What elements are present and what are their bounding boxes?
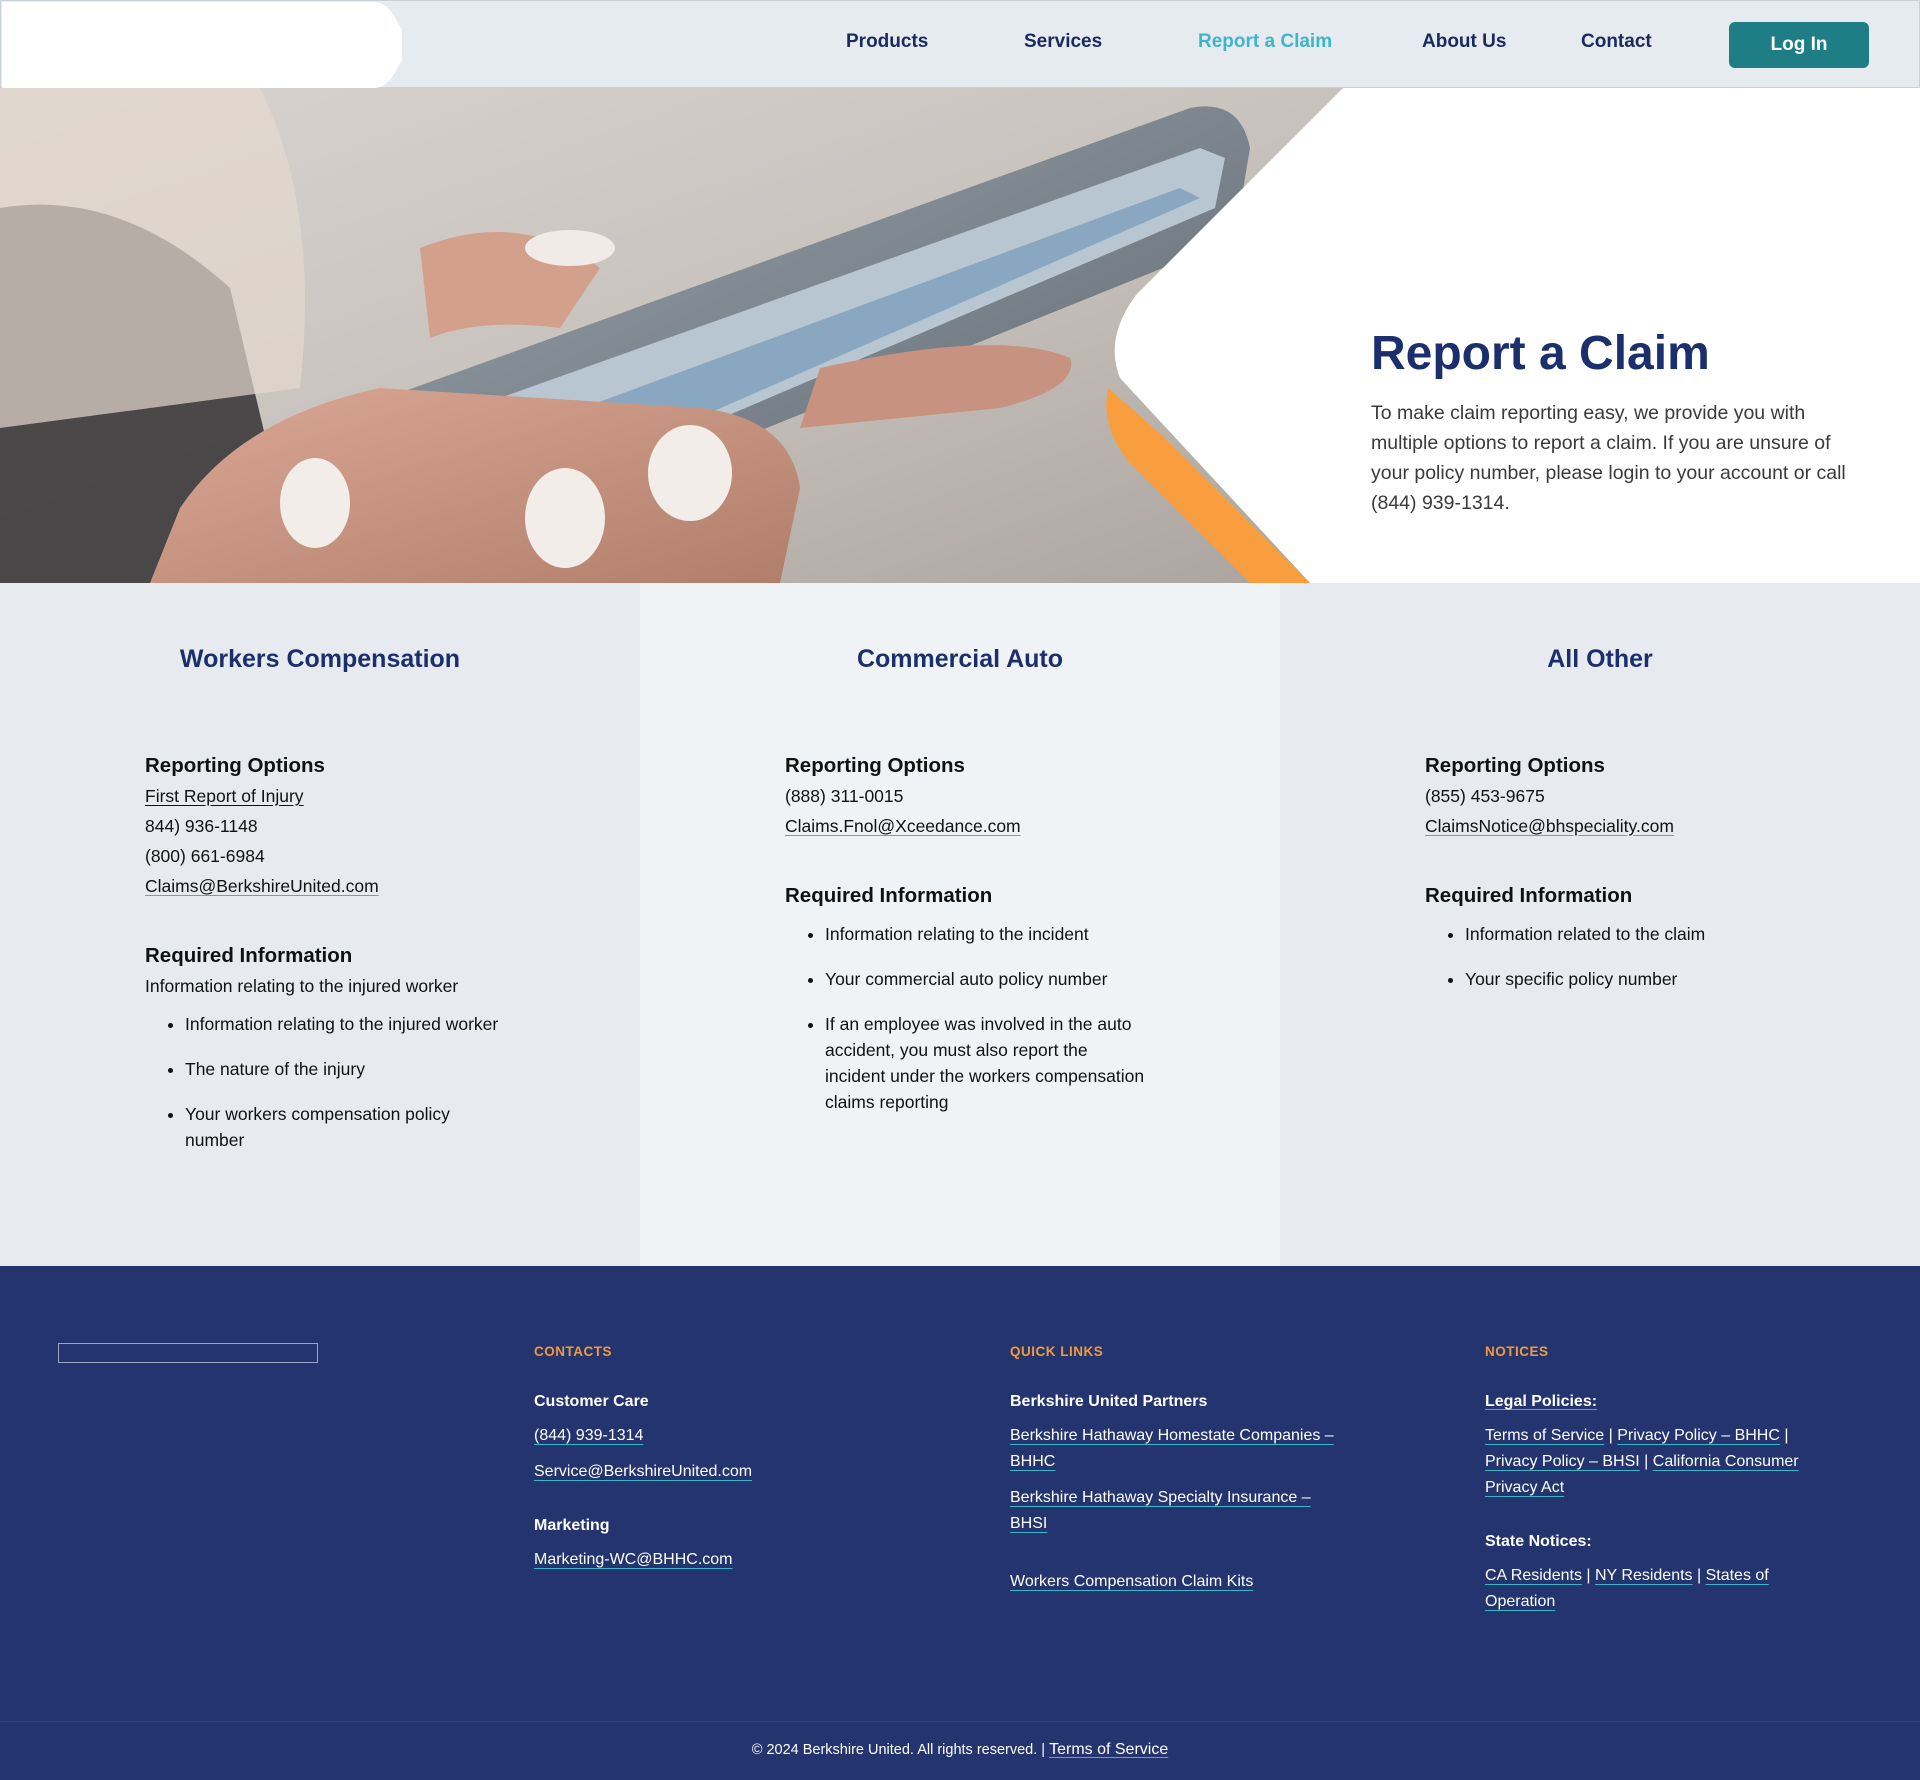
claims-email-link[interactable]: ClaimsNotice@bhspeciality.com — [1425, 811, 1785, 841]
bhsi-link[interactable]: Berkshire Hathaway Specialty Insurance –… — [1010, 1485, 1340, 1537]
privacy-bhsi-link[interactable]: Privacy Policy – BHSI — [1485, 1453, 1640, 1470]
footer-logo-broken-image[interactable] — [58, 1343, 318, 1363]
ca-residents-link[interactable]: CA Residents — [1485, 1567, 1582, 1584]
column-title: All Other — [1547, 645, 1653, 673]
customer-care-email-link[interactable]: Service@BerkshireUnited.com — [534, 1459, 874, 1485]
footer-heading: NOTICES — [1485, 1344, 1549, 1359]
all-other-column: All Other Reporting Options (855) 453-96… — [1280, 583, 1920, 1266]
phone-number: (855) 453-9675 — [1425, 786, 1545, 806]
separator: | — [1586, 1567, 1591, 1584]
footer-heading: CONTACTS — [534, 1344, 612, 1359]
page-title: Report a Claim — [1371, 327, 1710, 380]
list-item: If an employee was involved in the auto … — [825, 1011, 1145, 1115]
claims-email-link[interactable]: Claims.Fnol@Xceedance.com — [785, 811, 1145, 841]
first-report-of-injury-link[interactable]: First Report of Injury — [145, 781, 505, 811]
claim-options: Workers Compensation Reporting Options F… — [0, 583, 1920, 1266]
phone-number: 844) 936-1148 — [145, 816, 258, 836]
phone-number: (888) 311-0015 — [785, 786, 904, 806]
top-navigation: Products Services Report a Claim About U… — [0, 0, 1920, 88]
footer-notices: NOTICES Legal Policies: Terms of Service… — [1485, 1344, 1815, 1615]
list-item: Your workers compensation policy number — [185, 1101, 505, 1153]
reporting-options-heading: Reporting Options — [1425, 754, 1605, 777]
footer-subheading: Marketing — [534, 1517, 610, 1534]
column-body: Reporting Options (888) 311-0015 Claims.… — [785, 751, 1145, 1134]
required-list: Information relating to the incident You… — [785, 921, 1145, 1115]
nav-products[interactable]: Products — [846, 31, 928, 53]
copyright-text: © 2024 Berkshire United. All rights rese… — [751, 1742, 1046, 1758]
list-item: Your commercial auto policy number — [825, 966, 1145, 992]
customer-care-phone-link[interactable]: (844) 939-1314 — [534, 1423, 874, 1449]
list-item: Information related to the claim — [1465, 921, 1785, 947]
hero-section: Report a Claim To make claim reporting e… — [0, 88, 1920, 583]
legal-policies-heading: Legal Policies: — [1485, 1393, 1598, 1410]
separator: | — [1644, 1453, 1649, 1470]
required-information-heading: Required Information — [145, 944, 353, 967]
nav-contact[interactable]: Contact — [1581, 31, 1652, 53]
required-information-heading: Required Information — [1425, 884, 1633, 907]
list-item: Your specific policy number — [1465, 966, 1785, 992]
footer-contacts: CONTACTS Customer Care (844) 939-1314 Se… — [534, 1344, 874, 1573]
column-body: Reporting Options (855) 453-9675 ClaimsN… — [1425, 751, 1785, 1011]
reporting-options-heading: Reporting Options — [785, 754, 965, 777]
required-list: Information related to the claim Your sp… — [1425, 921, 1785, 992]
required-list: Information relating to the injured work… — [145, 1011, 505, 1153]
marketing-email-link[interactable]: Marketing-WC@BHHC.com — [534, 1547, 874, 1573]
terms-of-service-link[interactable]: Terms of Service — [1485, 1427, 1604, 1444]
commercial-auto-column: Commercial Auto Reporting Options (888) … — [640, 583, 1280, 1266]
column-title: Commercial Auto — [856, 645, 1064, 673]
column-title: Workers Compensation — [179, 645, 461, 673]
workers-compensation-column: Workers Compensation Reporting Options F… — [0, 583, 640, 1266]
footer-heading: QUICK LINKS — [1010, 1344, 1104, 1359]
nav-report-a-claim[interactable]: Report a Claim — [1198, 31, 1332, 53]
separator: | — [1696, 1567, 1702, 1584]
column-body: Reporting Options First Report of Injury… — [145, 751, 505, 1172]
claim-kits-link[interactable]: Workers Compensation Claim Kits — [1010, 1569, 1340, 1595]
list-item: The nature of the injury — [185, 1056, 505, 1082]
bhhc-link[interactable]: Berkshire Hathaway Homestate Companies –… — [1010, 1423, 1340, 1475]
nav-about-us[interactable]: About Us — [1422, 31, 1506, 53]
login-button[interactable]: Log In — [1729, 22, 1869, 68]
footer-subheading: Customer Care — [534, 1393, 649, 1410]
reporting-options-heading: Reporting Options — [145, 754, 325, 777]
legal-links: Terms of Service | Privacy Policy – BHHC… — [1485, 1423, 1815, 1501]
separator: | — [1608, 1427, 1613, 1444]
logo-area[interactable] — [2, 2, 402, 88]
nav-services[interactable]: Services — [1024, 31, 1102, 53]
state-notices-heading: State Notices: — [1485, 1533, 1592, 1550]
footer-bottom-bar: © 2024 Berkshire United. All rights rese… — [0, 1721, 1920, 1780]
required-intro: Information relating to the injured work… — [145, 976, 459, 996]
privacy-bhhc-link[interactable]: Privacy Policy – BHHC — [1617, 1427, 1780, 1444]
ny-residents-link[interactable]: NY Residents — [1595, 1567, 1693, 1584]
claims-email-link[interactable]: Claims@BerkshireUnited.com — [145, 871, 505, 901]
phone-number: (800) 661-6984 — [145, 846, 265, 866]
list-item: Information relating to the incident — [825, 921, 1145, 947]
footer-subheading: Berkshire United Partners — [1010, 1393, 1208, 1410]
separator: | — [1784, 1427, 1789, 1444]
list-item: Information relating to the injured work… — [185, 1011, 505, 1037]
required-information-heading: Required Information — [785, 884, 993, 907]
footer-quick-links: QUICK LINKS Berkshire United Partners Be… — [1010, 1344, 1340, 1595]
state-links: CA Residents | NY Residents | States of … — [1485, 1563, 1815, 1615]
bottom-terms-link[interactable]: Terms of Service — [1049, 1741, 1168, 1758]
hero-description: To make claim reporting easy, we provide… — [1371, 402, 1846, 514]
footer: CONTACTS Customer Care (844) 939-1314 Se… — [0, 1266, 1920, 1780]
